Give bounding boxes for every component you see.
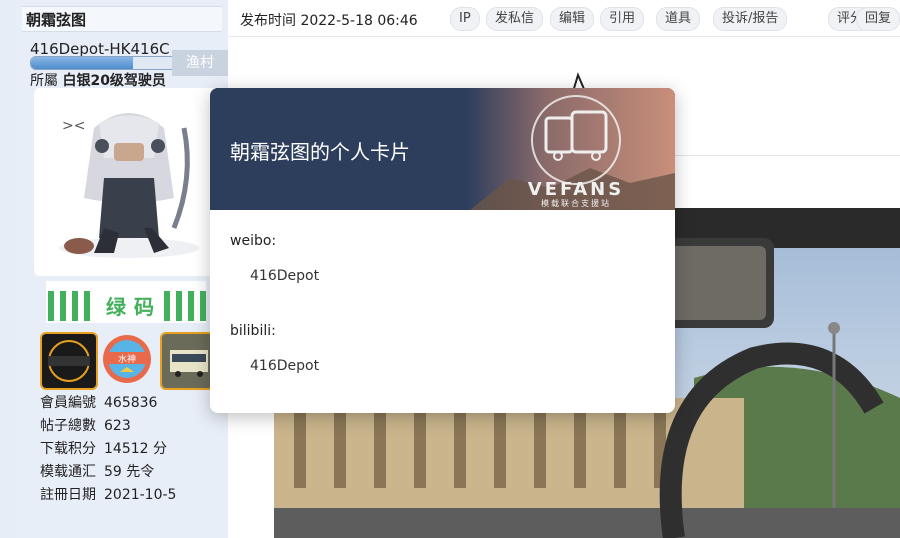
group-name[interactable]: 白银20级驾驶员 (62, 73, 165, 89)
green-code-stripe (72, 291, 78, 321)
green-code-stripe (84, 291, 90, 321)
user-stats: 會員編號 465836 帖子總數 623 下载积分 14512 分 模载通汇 59 先令… (40, 392, 176, 507)
water-god-medal-icon[interactable]: 水神 (100, 332, 154, 386)
post-time-label: 发布时间 (240, 13, 296, 29)
green-code-stripe (188, 291, 194, 321)
stat-row: 帖子總數 623 (40, 415, 176, 438)
medal-badge-text: 水神 (118, 353, 136, 365)
avatar[interactable]: >< (34, 88, 224, 276)
logo-subtext: 模载联合支援站 (541, 198, 611, 208)
green-code-label: 绿码 (106, 295, 162, 319)
bilibili-label: bilibili: (230, 323, 276, 339)
item-button[interactable]: 道具 (656, 7, 701, 31)
post-toolbar: 发布时间 2022-5-18 06:46 IP 发私信 编辑 引用 道具 投诉/… (228, 0, 900, 37)
card-header: 朝霜弦图的个人卡片 VEFANS 模载联合支援站 (210, 88, 675, 210)
left-margin (0, 0, 14, 538)
ip-button[interactable]: IP (450, 7, 480, 31)
stat-label: 會員編號 (40, 395, 96, 411)
stat-value: 14512 分 (104, 441, 167, 457)
weibo-value[interactable]: 416Depot (250, 268, 319, 284)
green-code-badge: 绿码 (46, 281, 206, 323)
stat-value: 59 先令 (104, 464, 155, 480)
report-button[interactable]: 投诉/报告 (713, 7, 788, 31)
group-prefix: 所屬 (30, 73, 58, 89)
medal-list: 水神 (40, 332, 220, 390)
green-code-stripe (164, 291, 170, 321)
user-group: 所屬 白银20级驾驶员 (30, 70, 166, 90)
stat-value: 623 (104, 418, 131, 434)
green-code-stripe (48, 291, 54, 321)
vefans-logo-icon: VEFANS 模载联合支援站 (528, 95, 624, 208)
green-code-stripe (176, 291, 182, 321)
user-sidebar: 朝霜弦图 416Depot-HK416C 渔村 所屬 白银20级驾驶员 >< 绿… (14, 0, 228, 538)
username[interactable]: 朝霜弦图 (22, 6, 222, 32)
green-code-stripe (60, 291, 66, 321)
level-progress-bar (30, 56, 192, 70)
svg-text:><: >< (62, 118, 85, 134)
stat-value: 2021-10-5 (104, 487, 177, 503)
quote-button[interactable]: 引用 (600, 7, 645, 31)
group-button[interactable]: 渔村 (172, 50, 228, 76)
stat-label: 帖子總數 (40, 418, 96, 434)
send-message-button[interactable]: 发私信 (486, 7, 544, 31)
card-title: 朝霜弦图的个人卡片 (230, 140, 410, 164)
bilibili-value[interactable]: 416Depot (250, 358, 319, 374)
stat-row: 模载通汇 59 先令 (40, 461, 176, 484)
stat-label: 下载积分 (40, 441, 96, 457)
anime-avatar-image: >< (34, 88, 224, 276)
weibo-label: weibo: (230, 233, 277, 249)
edit-button[interactable]: 编辑 (550, 7, 595, 31)
post-time: 发布时间 2022-5-18 06:46 (240, 10, 418, 30)
stat-label: 模载通汇 (40, 464, 96, 480)
stat-label: 註冊日期 (40, 487, 96, 503)
logo-text: VEFANS (528, 179, 624, 200)
stat-row: 會員編號 465836 (40, 392, 176, 415)
stat-row: 註冊日期 2021-10-5 (40, 484, 176, 507)
stat-value: 465836 (104, 395, 158, 411)
reply-button[interactable]: 回复 (856, 7, 900, 31)
stat-row: 下载积分 14512 分 (40, 438, 176, 461)
level-progress-fill (31, 57, 134, 69)
personal-card-popup: 朝霜弦图的个人卡片 VEFANS 模载联合支援站 weibo: 416Depot… (210, 88, 675, 413)
euro-truck-medal-icon[interactable] (40, 332, 98, 390)
post-time-value: 2022-5-18 06:46 (300, 13, 418, 29)
green-code-stripe (200, 291, 206, 321)
